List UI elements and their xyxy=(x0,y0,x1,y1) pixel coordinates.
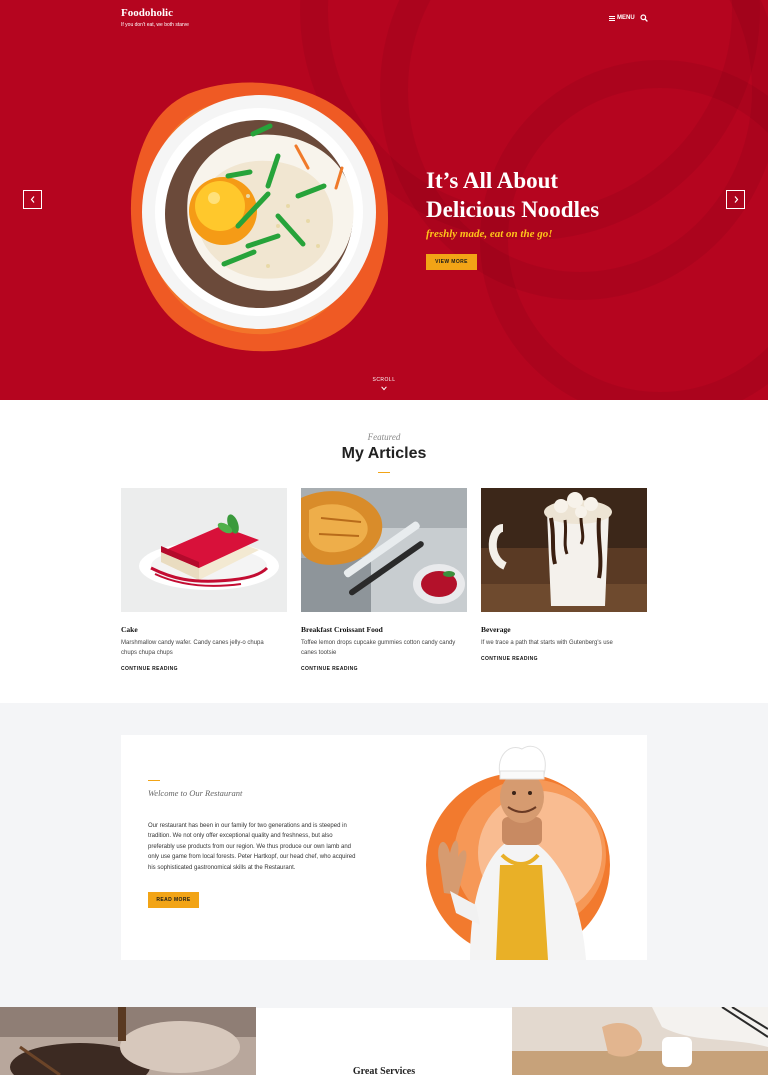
welcome-label: Welcome to Our Restaurant xyxy=(148,788,243,798)
article-card: Beverage If we trace a path that starts … xyxy=(481,488,647,662)
view-more-button[interactable]: VIEW MORE xyxy=(426,254,477,270)
hamburger-icon xyxy=(609,15,615,21)
article-card: Breakfast Croissant Food Toffee lemon dr… xyxy=(301,488,467,672)
menu-button[interactable]: MENU xyxy=(609,15,635,21)
slider-prev-button[interactable] xyxy=(23,190,42,209)
site-branding: Foodoholic If you don't eat, we both sta… xyxy=(121,7,189,28)
article-card: Cake Marshmallow candy wafer. Candy cane… xyxy=(121,488,287,672)
noodle-bowl-image xyxy=(130,82,389,352)
continue-reading-link[interactable]: CONTINUE READING xyxy=(481,656,647,662)
hero-title: It’s All About Delicious Noodles xyxy=(426,168,600,222)
cake-image[interactable] xyxy=(121,488,287,612)
article-title[interactable]: Cake xyxy=(121,625,287,634)
services-title: Great Services xyxy=(352,1066,416,1075)
search-icon[interactable] xyxy=(640,14,648,22)
hero-subtitle: freshly made, eat on the go! xyxy=(426,228,553,240)
article-excerpt: If we trace a path that starts with Gute… xyxy=(481,640,613,646)
chevron-down-icon xyxy=(381,386,387,391)
site-tagline: If you don't eat, we both starve xyxy=(121,22,189,28)
services-image-right xyxy=(512,1007,768,1075)
chef-image xyxy=(426,745,610,960)
chevron-right-icon xyxy=(734,196,738,203)
articles-section-label: Featured xyxy=(367,432,401,442)
scroll-label: SCROLL xyxy=(372,377,396,383)
scroll-indicator[interactable]: SCROLL xyxy=(368,377,400,391)
croissant-image[interactable] xyxy=(301,488,467,612)
beverage-image[interactable] xyxy=(481,488,647,612)
section-divider xyxy=(148,780,160,781)
section-divider xyxy=(378,472,390,473)
continue-reading-link[interactable]: CONTINUE READING xyxy=(121,666,287,672)
article-excerpt: Toffee lemon drops cupcake gummies cotto… xyxy=(301,640,456,656)
article-title[interactable]: Breakfast Croissant Food xyxy=(301,625,467,634)
continue-reading-link[interactable]: CONTINUE READING xyxy=(301,666,467,672)
slider-next-button[interactable] xyxy=(726,190,745,209)
chevron-left-icon xyxy=(30,196,34,203)
article-title[interactable]: Beverage xyxy=(481,625,647,634)
site-title[interactable]: Foodoholic xyxy=(121,7,189,19)
hero-text-block: It’s All About Delicious Noodles freshly… xyxy=(426,166,646,240)
articles-section-title: My Articles xyxy=(341,445,427,462)
article-excerpt: Marshmallow candy wafer. Candy canes jel… xyxy=(121,640,264,656)
welcome-body-text: Our restaurant has been in our family fo… xyxy=(148,823,356,871)
services-image-left xyxy=(0,1007,256,1075)
hero-banner: Foodoholic If you don't eat, we both sta… xyxy=(0,0,768,400)
menu-label: MENU xyxy=(617,15,635,21)
read-more-button[interactable]: READ MORE xyxy=(148,892,199,908)
